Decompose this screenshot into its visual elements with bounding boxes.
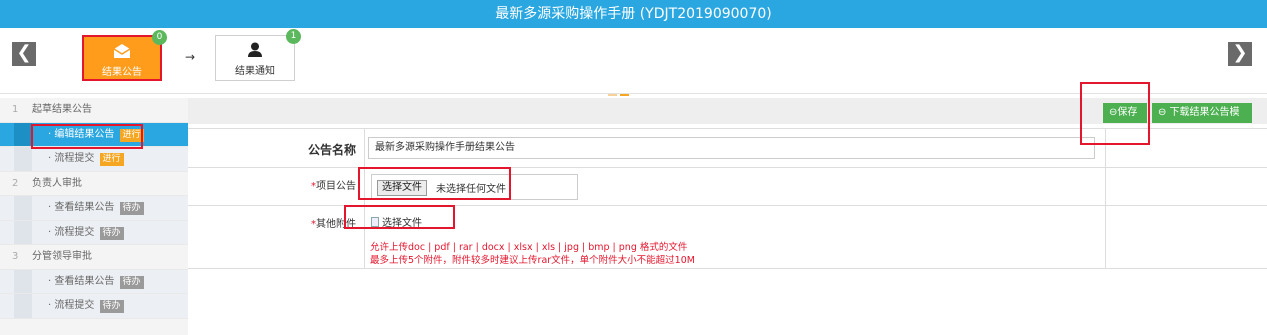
user-icon [248,42,262,57]
sidebar-group-draft: 1 起草结果公告 [0,98,188,123]
sidebar-group-leader-approval: 3 分管领导审批 [0,245,188,270]
sidebar-item-view-announcement[interactable]: · 查看结果公告 待办 [0,269,188,294]
file-picker: 选择文件 未选择任何文件 [371,174,578,200]
step-bar: ❮ 结果公告 0 → 结果通知 1 ❯ [0,28,1267,96]
status-badge: 待办 [99,300,124,313]
step-count-badge: 1 [286,29,301,44]
step-label: 结果公告 [102,67,142,78]
file-icon [371,217,379,227]
sidebar-item-submit[interactable]: · 流程提交 待办 [0,294,188,319]
status-badge: 待办 [119,202,144,215]
step-arrow-icon: → [185,50,196,64]
status-badge: 待办 [99,226,124,240]
file-status: 未选择任何文件 [436,184,506,195]
sidebar-group-manager-approval: 2 负责人审批 [0,172,188,196]
sidebar-item-edit-announcement[interactable]: · 编辑结果公告 进行 [0,122,188,147]
window-title: 最新多源采购操作手册 (YDJT2019090070) [0,0,1267,28]
envelope-icon [113,44,131,58]
step-result-notice[interactable]: 结果通知 1 [215,29,301,81]
attach-file-button[interactable]: 选择文件 [371,214,422,229]
step-label: 结果通知 [235,66,275,77]
announcement-form: 公告名称 最新多源采购操作手册结果公告 *项目公告 选择文件 未选择任何文件 *… [188,128,1267,269]
announcement-name-input[interactable]: 最新多源采购操作手册结果公告 [368,137,1095,159]
name-label: 公告名称 [307,143,356,157]
attachment-label: 其他附件 [316,219,356,230]
step-result-announcement[interactable]: 结果公告 0 [82,30,167,81]
prev-arrow-button[interactable]: ❮ [12,42,36,66]
step-count-badge: 0 [152,30,167,45]
sidebar-item-submit[interactable]: · 流程提交 进行 [0,147,188,172]
sidebar-item-submit[interactable]: · 流程提交 待办 [0,220,188,245]
upload-limit-hint: 最多上传5个附件，附件较多时建议上传rar文件，单个附件大小不能超过10M [370,255,695,266]
sidebar-item-view-announcement[interactable]: · 查看结果公告 待办 [0,196,188,221]
save-button[interactable]: ⊖保存 [1103,103,1147,123]
upload-format-hint: 允许上传doc | pdf | rar | docx | xlsx | xls … [370,242,688,253]
carousel-indicator [608,86,634,96]
status-badge: 待办 [119,275,144,289]
choose-file-button[interactable]: 选择文件 [377,180,427,196]
status-badge: 进行 [99,153,124,166]
download-template-button[interactable]: ⊖ 下载结果公告模板 [1152,103,1252,138]
project-label: 项目公告 [316,181,356,192]
sidebar: 1 起草结果公告 · 编辑结果公告 进行 · 流程提交 进行 2 负责人审批 ·… [0,98,188,335]
next-arrow-button[interactable]: ❯ [1228,42,1252,66]
status-badge: 进行 [119,128,144,142]
